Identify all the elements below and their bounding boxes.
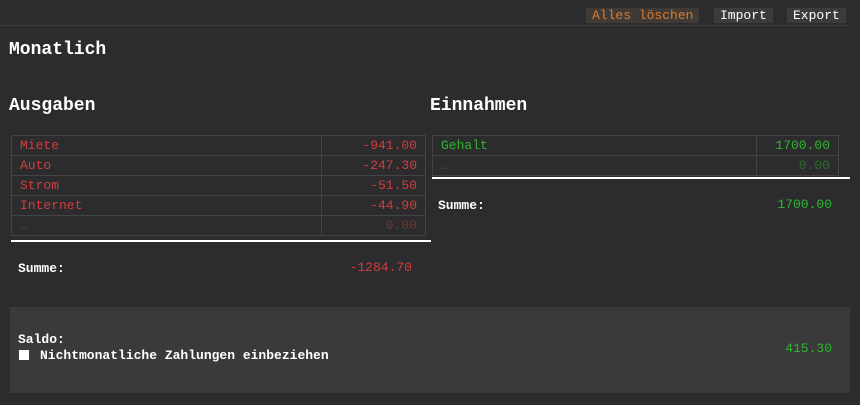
expense-name-cell[interactable]: Strom (11, 175, 322, 196)
new-expense-name-input[interactable]: … (11, 215, 322, 236)
income-sum-value: 1700.00 (777, 197, 832, 212)
new-income-amount-input[interactable]: 0.00 (756, 155, 839, 176)
expense-amount-cell[interactable]: -941.00 (321, 135, 426, 156)
non-monthly-checkbox[interactable] (19, 350, 29, 360)
new-expense-row: … 0.00 (11, 215, 426, 236)
new-income-row: … 0.00 (432, 155, 839, 176)
expense-name-cell[interactable]: Internet (11, 195, 322, 216)
income-table: Gehalt 1700.00 … 0.00 (432, 135, 839, 176)
balance-value: 415.30 (785, 341, 832, 356)
expenses-sum-label: Summe: (18, 261, 65, 276)
expense-amount-cell[interactable]: -247.30 (321, 155, 426, 176)
non-monthly-checkbox-label[interactable]: Nichtmonatliche Zahlungen einbeziehen (40, 348, 329, 363)
table-row: Miete -941.00 (11, 135, 426, 156)
table-row: Internet -44.90 (11, 195, 426, 216)
expense-name-cell[interactable]: Auto (11, 155, 322, 176)
table-row: Auto -247.30 (11, 155, 426, 176)
balance-label: Saldo: (18, 332, 65, 347)
income-amount-cell[interactable]: 1700.00 (756, 135, 839, 156)
new-expense-amount-input[interactable]: 0.00 (321, 215, 426, 236)
page-title: Monatlich (9, 40, 107, 60)
import-button[interactable]: Import (714, 8, 773, 23)
income-name-cell[interactable]: Gehalt (432, 135, 757, 156)
expense-amount-cell[interactable]: -51.50 (321, 175, 426, 196)
income-heading: Einnahmen (430, 96, 528, 116)
income-sum-label: Summe: (438, 198, 485, 213)
expenses-heading: Ausgaben (9, 96, 96, 116)
export-button[interactable]: Export (787, 8, 846, 23)
expenses-table: Miete -941.00 Auto -247.30 Strom -51.50 … (11, 135, 426, 236)
expense-amount-cell[interactable]: -44.90 (321, 195, 426, 216)
expenses-sum-value: -1284.70 (349, 260, 412, 275)
table-row: Strom -51.50 (11, 175, 426, 196)
expenses-sum-divider (11, 240, 431, 242)
table-row: Gehalt 1700.00 (432, 135, 839, 156)
expense-name-cell[interactable]: Miete (11, 135, 322, 156)
clear-all-button[interactable]: Alles löschen (586, 8, 700, 23)
balance-panel: Saldo: Nichtmonatliche Zahlungen einbezi… (10, 307, 850, 393)
top-toolbar: Alles löschen Import Export (0, 0, 850, 26)
income-sum-divider (432, 177, 850, 179)
new-income-name-input[interactable]: … (432, 155, 757, 176)
